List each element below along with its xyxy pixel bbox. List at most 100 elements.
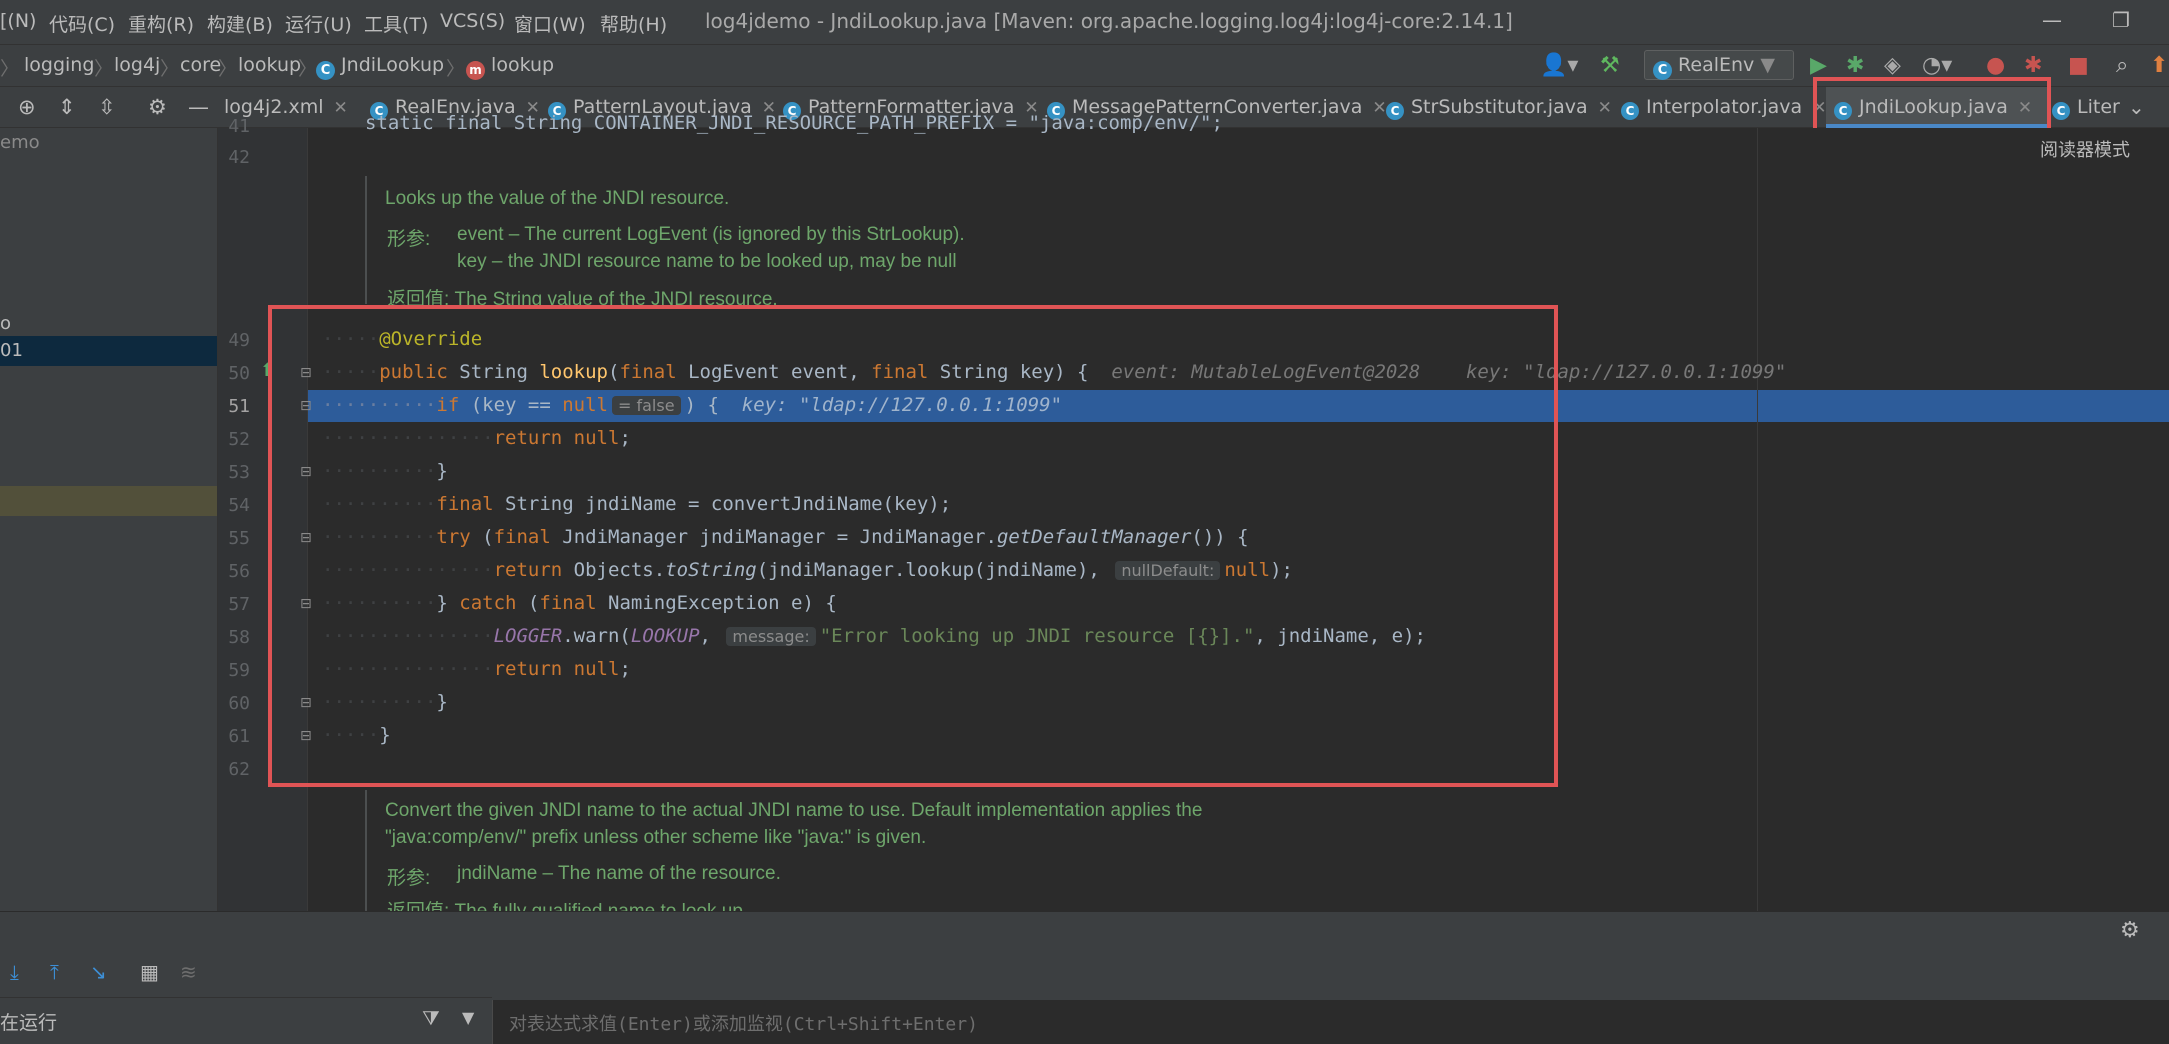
trace-icon[interactable]: ≋	[180, 960, 197, 984]
line-number: 54	[228, 495, 250, 516]
build-hammer-icon[interactable]: ⚒	[1600, 53, 1620, 78]
collapse-all-icon[interactable]: ⇳	[98, 95, 116, 119]
gear-icon[interactable]: ⚙	[2120, 918, 2140, 943]
fold-icon[interactable]: ⊟	[300, 398, 312, 414]
user-icon[interactable]: 👤▾	[1540, 53, 1578, 78]
menu-vcs[interactable]: VCS(S)	[440, 10, 505, 32]
doc-params-label: 形参:	[387, 868, 431, 889]
code-line-57: ··········} catch (final NamingException…	[322, 592, 837, 614]
gear-icon[interactable]: ⚙	[148, 95, 167, 119]
attach-debugger-icon[interactable]: ✱	[2024, 53, 2042, 78]
close-icon[interactable]: ✕	[1372, 98, 1386, 118]
code-line-58: ···············LOGGER.warn(LOOKUP, messa…	[322, 625, 1426, 647]
tab-strsubstitutor[interactable]: C StrSubstitutor.java ✕	[1386, 87, 1612, 128]
tab-jndilookup[interactable]: C JndiLookup.java ✕	[1826, 87, 2048, 128]
fold-icon[interactable]: ⊟	[300, 695, 312, 711]
code-line-60: ··········}	[322, 691, 448, 713]
coverage-icon[interactable]: ◈	[1884, 53, 1901, 78]
chevron-right-icon: 〉	[446, 58, 466, 80]
code-line-56: ···············return Objects.toString(j…	[322, 559, 1293, 581]
chevron-down-icon[interactable]: ⌄	[2128, 95, 2145, 119]
menu-refactor[interactable]: 重构(R)	[128, 10, 194, 37]
run-icon[interactable]: ▶	[1810, 53, 1827, 78]
project-tree-item[interactable]: o	[0, 313, 11, 334]
rerun-debug-icon[interactable]: ●	[1986, 53, 2005, 78]
code-line-41: static final String CONTAINER_JNDI_RESOU…	[365, 112, 1223, 134]
breadcrumb-item[interactable]: logging	[24, 54, 94, 76]
run-to-cursor-icon[interactable]: ↘	[90, 960, 107, 984]
close-icon[interactable]: ✕	[334, 98, 348, 118]
fold-icon[interactable]: ⊟	[300, 728, 312, 744]
line-number: 56	[228, 561, 250, 582]
doc-text: "java:comp/env/" prefix unless other sch…	[385, 827, 927, 848]
debug-icon[interactable]: ✱	[1846, 53, 1864, 78]
line-number: 52	[228, 429, 250, 450]
breadcrumb-item[interactable]: core	[180, 54, 221, 76]
line-number: 58	[228, 627, 250, 648]
menu-bar: [(N) 代码(C) 重构(R) 构建(B) 运行(U) 工具(T) VCS(S…	[0, 0, 2169, 44]
step-into-icon[interactable]: ⤓	[10, 960, 19, 984]
line-number: 55	[228, 528, 250, 549]
menu-code[interactable]: 代码(C)	[49, 10, 115, 37]
close-icon[interactable]: ✕	[2018, 98, 2032, 118]
minimize-icon[interactable]: —	[2042, 8, 2062, 32]
step-out-icon[interactable]: ⤒	[50, 960, 59, 984]
menu-run[interactable]: 运行(U)	[285, 10, 352, 37]
profile-icon[interactable]: ◔▾	[1922, 53, 1952, 78]
menu-help[interactable]: 帮助(H)	[600, 10, 667, 37]
tab-interpolator[interactable]: C Interpolator.java ✕	[1621, 87, 1826, 128]
line-number: 50	[228, 363, 250, 384]
code-line-55: ··········try (final JndiManager jndiMan…	[322, 526, 1249, 548]
fold-icon[interactable]: ⊟	[300, 530, 312, 546]
filter-icon[interactable]: ⧩	[422, 1006, 440, 1030]
expand-all-icon[interactable]: ⇕	[58, 95, 76, 119]
menu-navigate[interactable]: [(N)	[0, 10, 36, 32]
chevron-down-icon: ▼	[1760, 54, 1775, 76]
chevron-right-icon: 〉	[218, 58, 238, 80]
project-tree-item[interactable]: emo	[0, 132, 40, 153]
close-icon[interactable]: ✕	[1598, 98, 1612, 118]
chevron-right-icon: 〉	[0, 58, 20, 80]
fold-icon[interactable]: ⊟	[300, 464, 312, 480]
update-icon[interactable]: ⬆	[2150, 53, 2168, 78]
editor-gutter	[218, 128, 308, 911]
implementation-marker-icon[interactable]: ⬆	[260, 360, 275, 381]
hide-icon[interactable]: —	[188, 95, 209, 119]
run-config-select[interactable]: C RealEnv ▼	[1644, 50, 1794, 80]
breadcrumb-item-method[interactable]: m lookup	[466, 54, 554, 80]
menu-tools[interactable]: 工具(T)	[364, 10, 428, 37]
evaluate-icon[interactable]: ▦	[140, 960, 159, 984]
code-line-59: ···············return null;	[322, 658, 631, 680]
stop-icon[interactable]: ■	[2068, 53, 2089, 78]
line-number: 41	[228, 116, 250, 137]
close-icon[interactable]: ✕	[1812, 98, 1826, 118]
fold-icon[interactable]: ⊟	[300, 365, 312, 381]
evaluate-expression-input[interactable]: 对表达式求值(Enter)或添加监视(Ctrl+Shift+Enter)	[492, 1000, 2169, 1044]
fold-icon[interactable]: ⊟	[300, 596, 312, 612]
breadcrumb-item[interactable]: log4j	[114, 54, 160, 76]
doc-returns: 返回值: The String value of the JNDI resour…	[387, 289, 778, 310]
thread-selector[interactable]: 在运行 ⧩ ▼	[0, 997, 492, 1044]
class-icon: C	[1621, 102, 1639, 120]
restore-icon[interactable]: ❐	[2112, 8, 2130, 32]
search-icon[interactable]: ⌕	[2116, 53, 2128, 78]
locate-icon[interactable]: ⊕	[18, 95, 36, 119]
menu-build[interactable]: 构建(B)	[207, 10, 273, 37]
project-tree-selected[interactable]: 01	[0, 336, 217, 366]
class-icon: C	[316, 61, 335, 80]
class-icon: C	[1834, 102, 1852, 120]
tab-literal[interactable]: C Liter	[2052, 87, 2120, 128]
line-number: 61	[228, 726, 250, 747]
breadcrumb-item-class[interactable]: C JndiLookup	[316, 54, 444, 80]
class-icon: C	[1386, 102, 1404, 120]
breadcrumb-item[interactable]: lookup	[238, 54, 301, 76]
line-number: 49	[228, 330, 250, 351]
right-margin-guide	[1757, 128, 1758, 911]
doc-summary: Looks up the value of the JNDI resource.	[385, 188, 730, 209]
doc-params-label: 形参:	[387, 229, 431, 250]
doc-param: key – the JNDI resource name to be looke…	[457, 251, 957, 272]
doc-bar	[365, 790, 367, 911]
reader-mode-toggle[interactable]: 阅读器模式	[2040, 136, 2130, 162]
chevron-down-icon[interactable]: ▼	[462, 1008, 474, 1027]
menu-window[interactable]: 窗口(W)	[514, 10, 586, 37]
